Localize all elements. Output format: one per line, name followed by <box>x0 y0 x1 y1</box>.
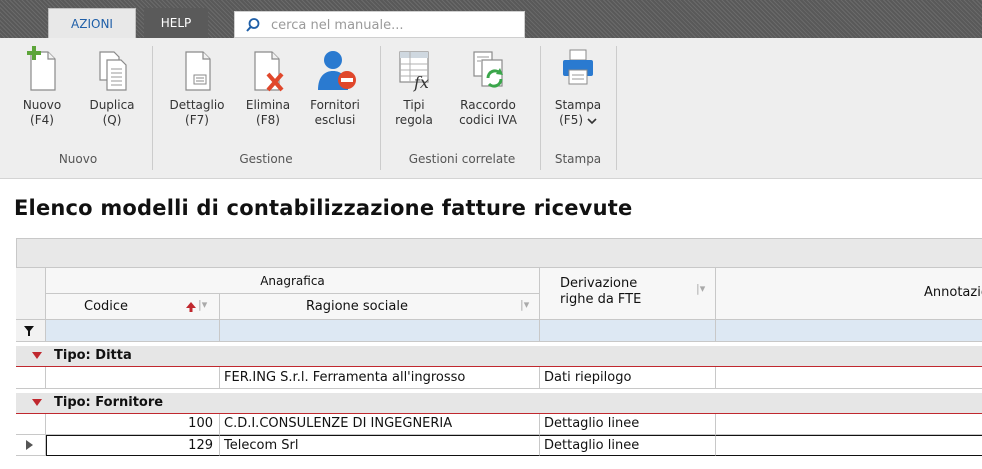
ribbon-separator <box>152 46 153 170</box>
duplicate-button-label: Duplica <box>89 98 135 112</box>
vat-codes-label: Raccordo <box>460 98 516 112</box>
filter-cell-derivazione[interactable] <box>540 320 716 342</box>
ribbon-separator <box>616 46 617 170</box>
filter-dropdown-icon[interactable]: |▾ <box>198 298 207 311</box>
rule-types-label-2: regola <box>395 113 433 127</box>
refresh-doc-icon <box>473 51 503 88</box>
rule-types-label: Tipi <box>403 98 425 112</box>
cell-derivazione[interactable]: Dettaglio linee <box>540 414 716 435</box>
vat-codes-button[interactable]: Raccordo codici IVA <box>452 46 524 128</box>
search-icon[interactable] <box>245 17 261 33</box>
vat-codes-label-2: codici IVA <box>459 113 517 127</box>
new-button-shortcut: (F4) <box>30 113 54 127</box>
delete-icon <box>254 51 284 92</box>
cell-codice[interactable] <box>46 367 220 389</box>
filter-cell-ragione-sociale[interactable] <box>220 320 540 342</box>
printer-icon <box>563 49 593 85</box>
header-derivazione-label: Derivazione <box>560 276 638 291</box>
search-input[interactable] <box>271 15 511 35</box>
header-ragione-sociale-label: Ragione sociale <box>306 299 408 314</box>
cell-annotazioni[interactable] <box>716 414 982 435</box>
cell-codice[interactable]: 100 <box>46 414 220 435</box>
header-codice-label: Codice <box>84 299 129 314</box>
group-row-ditta[interactable]: Tipo: Ditta <box>16 346 982 367</box>
duplicate-button-shortcut: (Q) <box>102 113 122 127</box>
row-indicator-header <box>16 268 46 320</box>
ribbon-separator <box>540 46 541 170</box>
header-annotazioni[interactable]: Annotazion <box>716 268 982 320</box>
filter-dropdown-icon[interactable]: |▾ <box>696 282 705 295</box>
cell-derivazione[interactable]: Dettaglio linee <box>540 435 716 456</box>
group-row-fornitore[interactable]: Tipo: Fornitore <box>16 393 982 414</box>
cell-annotazioni[interactable] <box>716 435 982 456</box>
group-label-gestione: Gestione <box>239 152 293 166</box>
print-button-label: Stampa <box>554 98 602 112</box>
header-derivazione-label-2: righe da FTE <box>560 292 642 307</box>
sort-asc-icon <box>186 302 196 312</box>
header-ragione-sociale[interactable]: Ragione sociale |▾ <box>220 294 540 320</box>
excluded-suppliers-label: Fornitori <box>310 98 360 112</box>
tab-azioni[interactable]: AZIONI <box>48 8 136 38</box>
filter-cell-annotazioni[interactable] <box>716 320 982 342</box>
group-label: Tipo: Ditta <box>54 348 132 363</box>
chevron-down-icon[interactable] <box>587 117 597 125</box>
group-label-gestioni-correlate: Gestioni correlate <box>408 152 516 166</box>
row-indicator <box>16 367 46 389</box>
cell-ragione-sociale[interactable]: Telecom Srl <box>220 435 540 456</box>
new-button[interactable]: Nuovo (F4) <box>16 46 68 128</box>
print-button[interactable]: Stampa (F5) <box>552 46 604 128</box>
detail-button-label: Dettaglio <box>169 98 225 112</box>
svg-text:fx: fx <box>413 73 429 92</box>
cell-codice[interactable]: 129 <box>46 435 220 456</box>
tab-help[interactable]: HELP <box>144 8 208 38</box>
filter-row-indicator <box>16 320 46 342</box>
ribbon-tab-bar: AZIONI HELP <box>0 0 982 38</box>
cell-ragione-sociale[interactable]: FER.ING S.r.l. Ferramenta all'ingrosso <box>220 367 540 389</box>
excluded-suppliers-icon <box>318 51 356 90</box>
collapse-icon[interactable] <box>32 399 42 406</box>
group-label: Tipo: Fornitore <box>54 395 164 410</box>
delete-button[interactable]: Elimina (F8) <box>240 46 296 128</box>
cell-derivazione[interactable]: Dati riepilogo <box>540 367 716 389</box>
filter-icon <box>24 326 34 336</box>
filter-dropdown-icon[interactable]: |▾ <box>520 298 529 311</box>
row-indicator <box>16 435 46 456</box>
delete-button-shortcut: (F8) <box>256 113 280 127</box>
cell-ragione-sociale[interactable]: C.D.I.CONSULENZE DI INGEGNERIA <box>220 414 540 435</box>
cell-annotazioni[interactable] <box>716 367 982 389</box>
excluded-suppliers-button[interactable]: Fornitori esclusi <box>304 46 366 128</box>
header-codice[interactable]: Codice |▾ <box>46 294 220 320</box>
duplicate-button[interactable]: Duplica (Q) <box>84 46 140 128</box>
ribbon-panel: Nuovo (F4) Duplica (Q) Nuovo Dettaglio (… <box>0 38 982 179</box>
group-by-panel[interactable] <box>16 238 982 268</box>
search-box[interactable] <box>234 11 525 38</box>
delete-button-label: Elimina <box>245 98 291 112</box>
group-label-stampa: Stampa <box>554 152 602 166</box>
new-button-label: Nuovo <box>22 98 62 112</box>
ribbon-separator <box>380 46 381 170</box>
duplicate-icon <box>99 51 127 91</box>
print-button-shortcut: (F5) <box>552 113 604 128</box>
data-grid: Anagrafica Codice |▾ Ragione sociale |▾ … <box>16 238 982 469</box>
rule-types-button[interactable]: fx Tipi regola <box>392 46 436 128</box>
header-anagrafica: Anagrafica <box>46 268 540 294</box>
group-label-nuovo: Nuovo <box>58 152 98 166</box>
collapse-icon[interactable] <box>32 352 42 359</box>
excluded-suppliers-label-2: esclusi <box>314 113 356 127</box>
header-annotazioni-label: Annotazion <box>924 285 982 300</box>
detail-icon <box>185 51 211 91</box>
page-title: Elenco modelli di contabilizzazione fatt… <box>14 196 633 220</box>
row-pointer-icon <box>26 440 33 450</box>
header-derivazione[interactable]: Derivazione righe da FTE |▾ <box>540 268 716 320</box>
detail-button-shortcut: (F7) <box>185 113 209 127</box>
filter-cell-codice[interactable] <box>46 320 220 342</box>
formula-icon: fx <box>399 51 429 92</box>
row-indicator <box>16 414 46 435</box>
detail-button[interactable]: Dettaglio (F7) <box>166 46 228 128</box>
new-document-icon <box>27 46 56 91</box>
